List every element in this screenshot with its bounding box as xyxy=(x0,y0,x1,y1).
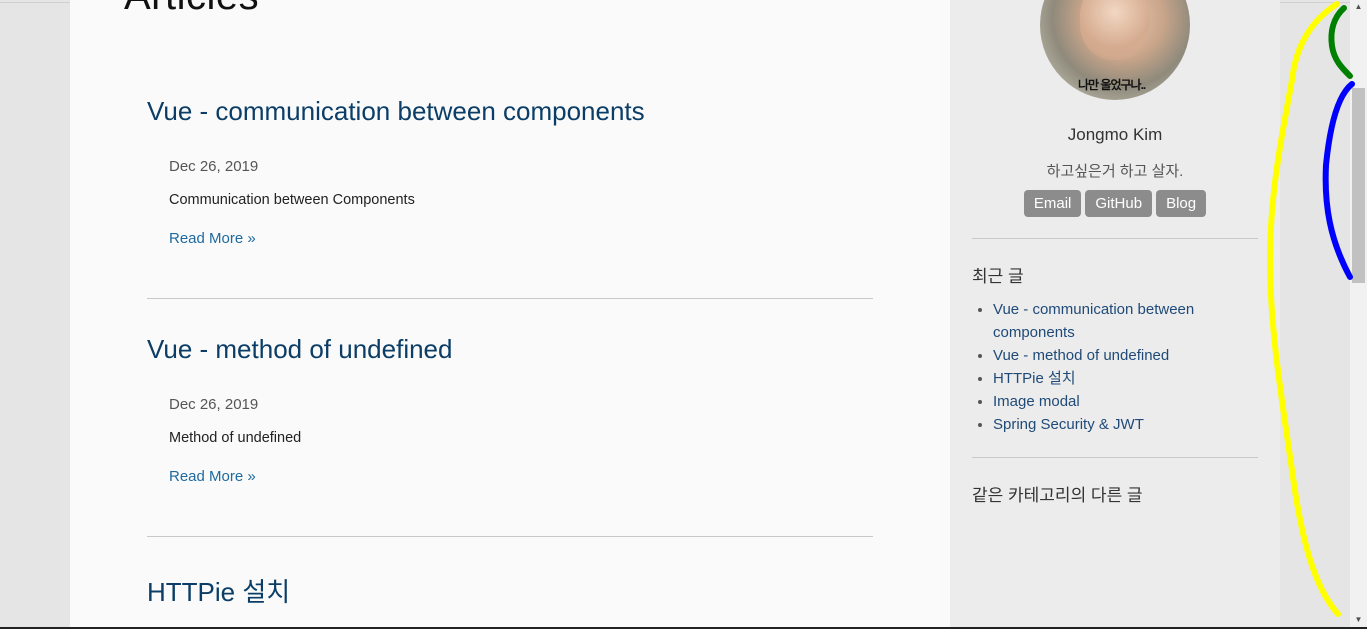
article-title-link[interactable]: Vue - communication between components xyxy=(147,96,873,127)
article-card: Vue - method of undefined Dec 26, 2019 M… xyxy=(147,334,873,494)
email-button[interactable]: Email xyxy=(1023,190,1082,217)
list-item: Image modal xyxy=(993,390,1263,413)
sidebar-divider xyxy=(972,238,1258,239)
article-summary: Communication between Components xyxy=(169,192,415,208)
article-card: HTTPie 설치 xyxy=(147,572,873,622)
article-summary: Method of undefined xyxy=(169,430,302,446)
sidebar: 나만 울었구나.. Jongmo Kim 하고싶은거 하고 살자. Email … xyxy=(950,0,1280,629)
blog-button[interactable]: Blog xyxy=(1156,190,1207,217)
scrollbar-thumb[interactable] xyxy=(1352,88,1365,283)
recent-post-link[interactable]: Vue - method of undefined xyxy=(993,347,1169,364)
list-item: Vue - method of undefined xyxy=(993,344,1263,367)
article-divider xyxy=(147,298,873,299)
article-date: Dec 26, 2019 xyxy=(169,158,259,175)
blue-annotation-stroke xyxy=(1322,81,1355,280)
sidebar-divider xyxy=(972,457,1258,458)
avatar-caption: 나만 울었구나.. xyxy=(1078,78,1146,92)
recent-posts-heading: 최근 글 xyxy=(972,267,1024,286)
avatar: 나만 울었구나.. xyxy=(1040,0,1190,100)
recent-post-link[interactable]: Vue - communication between components xyxy=(993,301,1194,341)
recent-posts-list: Vue - communication between components V… xyxy=(972,298,1263,436)
author-name: Jongmo Kim xyxy=(1067,125,1163,144)
main-content: Articles Vue - communication between com… xyxy=(70,0,950,629)
article-card: Vue - communication between components D… xyxy=(147,96,873,256)
read-more-link[interactable]: Read More » xyxy=(169,230,256,247)
github-button[interactable]: GitHub xyxy=(1085,190,1153,217)
vertical-scrollbar[interactable]: ▲ ▼ xyxy=(1350,0,1367,629)
article-date: Dec 26, 2019 xyxy=(169,396,259,413)
article-divider xyxy=(147,536,873,537)
article-title-link[interactable]: Vue - method of undefined xyxy=(147,334,873,365)
author-motto: 하고싶은거 하고 살자. xyxy=(1046,163,1184,180)
list-item: HTTPie 설치 xyxy=(993,367,1263,390)
recent-post-link[interactable]: Image modal xyxy=(993,393,1080,410)
read-more-link[interactable]: Read More » xyxy=(169,468,256,485)
browser-page: Articles Vue - communication between com… xyxy=(0,0,1367,629)
category-posts-heading: 같은 카테고리의 다른 글 xyxy=(972,486,1143,505)
list-item: Vue - communication between components xyxy=(993,298,1263,344)
list-item: Spring Security & JWT xyxy=(993,413,1263,436)
article-title-link[interactable]: HTTPie 설치 xyxy=(147,572,873,609)
author-links: Email GitHub Blog xyxy=(950,190,1280,217)
green-annotation-stroke xyxy=(1328,5,1353,79)
scroll-up-icon[interactable]: ▲ xyxy=(1350,0,1367,14)
avatar-face xyxy=(1080,0,1150,60)
recent-post-link[interactable]: Spring Security & JWT xyxy=(993,416,1144,433)
scroll-down-icon[interactable]: ▼ xyxy=(1350,613,1367,627)
yellow-annotation-stroke xyxy=(1266,1,1341,617)
recent-post-link[interactable]: HTTPie 설치 xyxy=(993,370,1076,387)
page-title: Articles xyxy=(124,0,259,19)
